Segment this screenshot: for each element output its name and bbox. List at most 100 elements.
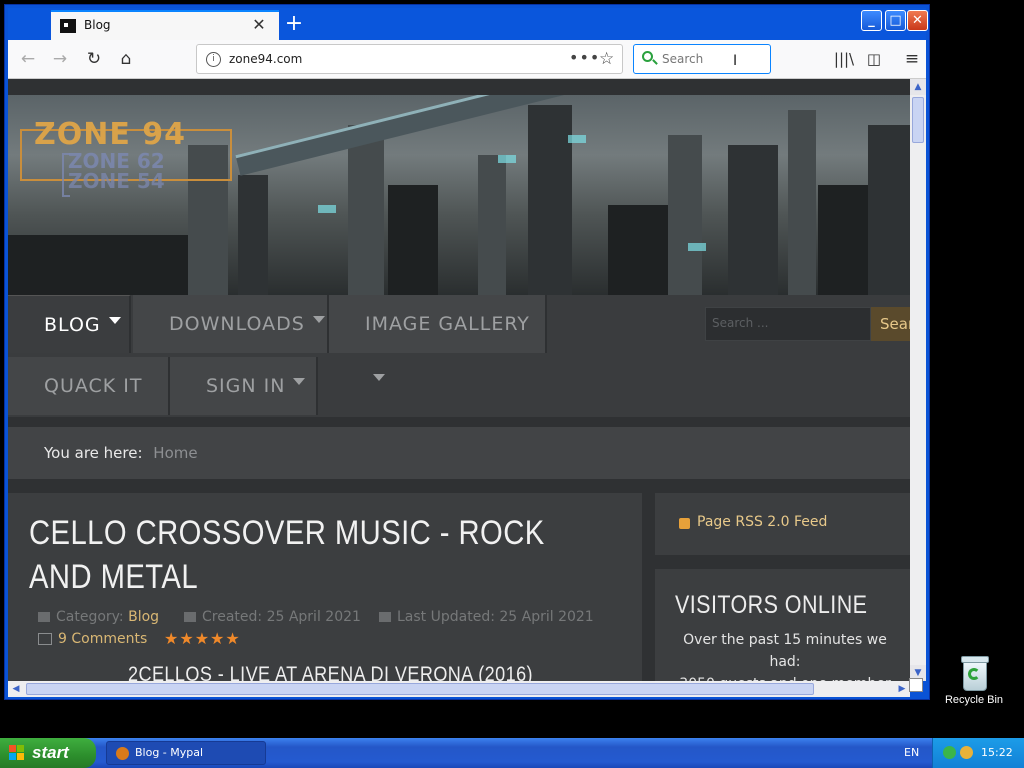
comment-icon [38, 633, 52, 645]
vertical-scrollbar[interactable]: ▲ ▼ [910, 79, 926, 681]
scroll-up-icon[interactable]: ▲ [910, 79, 926, 95]
article-category: Category: Blog [38, 609, 159, 625]
menu-item-downloads[interactable]: DOWNLOADS [133, 295, 329, 353]
site-search-input[interactable] [706, 308, 868, 338]
rss-icon [679, 518, 690, 529]
reload-button[interactable]: ↻ [80, 45, 108, 73]
site-logo[interactable]: ZONE 94 ZONE 62 ZONE 54 [20, 117, 234, 197]
chevron-down-icon [108, 317, 121, 324]
category-label: Category: [56, 609, 124, 625]
main-menu: BLOG DOWNLOADS IMAGE GALLERY QUACK IT SI… [8, 295, 910, 417]
taskbar: start Blog - Mypal EN 15:22 [0, 738, 1024, 768]
close-window-button[interactable]: ✕ [907, 10, 928, 31]
rss-feed-box: Page RSS 2.0 Feed [655, 493, 910, 555]
article-subheading: 2CELLOS - LIVE AT ARENA DI VERONA (2016) [128, 663, 533, 681]
menu-label-sign-in: SIGN IN [206, 375, 286, 397]
menu-label-image-gallery: IMAGE GALLERY [365, 313, 530, 335]
comments-count: 9 Comments [58, 631, 148, 647]
home-button[interactable]: ⌂ [112, 45, 140, 73]
sidebar-toggle-icon[interactable]: ◫ [860, 45, 888, 73]
taskbar-button-label: Blog - Mypal [135, 746, 204, 759]
menu-item-image-gallery[interactable]: IMAGE GALLERY [329, 295, 547, 381]
chevron-down-icon [293, 378, 306, 385]
scroll-left-icon[interactable]: ◀ [8, 681, 24, 697]
calendar-icon [184, 612, 196, 622]
resize-grip[interactable] [909, 678, 923, 692]
browser-app-icon [116, 747, 129, 760]
breadcrumb-home-link[interactable]: Home [153, 444, 197, 462]
page-content: ZONE 94 ZONE 62 ZONE 54 BLOG DOWNLOADS I… [8, 79, 910, 681]
start-label: start [32, 743, 69, 762]
article: CELLO CROSSOVER MUSIC - ROCK AND METAL C… [8, 493, 642, 681]
menu-item-quack-it[interactable]: QUACK IT [8, 357, 170, 415]
maximize-button[interactable]: □ [885, 10, 906, 31]
horizontal-scroll-thumb[interactable] [26, 683, 814, 695]
logo-sub-text-2: ZONE 54 [68, 169, 165, 193]
search-icon [642, 51, 653, 62]
minimize-button[interactable]: _ [861, 10, 882, 31]
recycle-bin-shortcut[interactable]: Recycle Bin [942, 656, 1006, 706]
article-updated: Last Updated: 25 April 2021 [379, 609, 594, 625]
menu-hamburger-icon[interactable]: ≡ [898, 45, 926, 73]
menu-item-blog[interactable]: BLOG [8, 295, 131, 353]
tray-network-icon[interactable] [943, 746, 956, 759]
tab-blog[interactable]: Blog ✕ [51, 10, 279, 40]
visitors-line-3: 3050 guests and one member [675, 673, 895, 681]
library-icon[interactable]: |||\ [830, 45, 858, 73]
tab-close-button[interactable]: ✕ [249, 15, 269, 35]
url-text[interactable]: zone94.com [229, 52, 302, 66]
monorail-track [235, 95, 707, 176]
article-created: Created: 25 April 2021 [184, 609, 361, 625]
visitors-text: Over the past 15 minutes we had: 3050 gu… [675, 629, 895, 681]
site-banner: ZONE 94 ZONE 62 ZONE 54 [8, 95, 910, 295]
browser-window: Blog ✕ + _ □ ✕ ← → ↻ ⌂ i zone94.com ••• … [4, 4, 930, 700]
forward-button[interactable]: → [46, 45, 74, 73]
start-button[interactable]: start [0, 738, 96, 768]
tab-title: Blog [84, 18, 111, 32]
language-indicator[interactable]: EN [904, 746, 919, 759]
navigation-toolbar: ← → ↻ ⌂ i zone94.com ••• ☆ I |||\ ◫ ≡ [8, 40, 926, 79]
recycle-bin-icon [959, 656, 989, 691]
browser-search-box[interactable]: I [633, 44, 771, 74]
new-tab-button[interactable]: + [280, 10, 308, 38]
site-search-box[interactable] [705, 307, 871, 341]
vertical-scroll-thumb[interactable] [912, 97, 924, 143]
taskbar-button-browser[interactable]: Blog - Mypal [106, 741, 266, 765]
created-date: Created: 25 April 2021 [202, 609, 361, 625]
scroll-right-icon[interactable]: ▶ [894, 681, 910, 697]
breadcrumb: You are here: Home [8, 427, 910, 479]
text-cursor-icon: I [733, 53, 738, 69]
breadcrumb-label: You are here: [44, 444, 143, 462]
favicon-icon [60, 19, 76, 33]
page-actions-icon[interactable]: ••• [569, 48, 600, 67]
folder-icon [38, 612, 50, 622]
clock[interactable]: 15:22 [981, 746, 1013, 759]
visitors-line-2: had: [769, 654, 801, 670]
site-info-icon[interactable]: i [206, 52, 221, 67]
menu-label-blog: BLOG [44, 314, 101, 336]
chevron-down-icon [312, 316, 325, 323]
tray-search-icon[interactable] [960, 746, 973, 759]
menu-label-quack-it: QUACK IT [44, 375, 143, 397]
address-bar[interactable]: i zone94.com ••• ☆ [196, 44, 623, 74]
rss-feed-link[interactable]: Page RSS 2.0 Feed [697, 514, 827, 530]
browser-search-input[interactable] [662, 50, 752, 68]
menu-item-sign-in[interactable]: SIGN IN [170, 357, 318, 415]
chevron-down-icon [373, 374, 385, 381]
calendar-icon [379, 612, 391, 622]
rating-stars[interactable]: ★★★★★ [164, 629, 241, 648]
category-link[interactable]: Blog [128, 609, 159, 625]
article-title[interactable]: CELLO CROSSOVER MUSIC - ROCK AND METAL [29, 511, 597, 599]
tab-bar: Blog ✕ + _ □ ✕ [8, 8, 928, 40]
back-button[interactable]: ← [14, 45, 42, 73]
site-search-button[interactable]: Sear [871, 307, 910, 341]
comments-link[interactable]: 9 Comments [38, 631, 147, 647]
visitors-line-1: Over the past 15 minutes we [683, 632, 887, 648]
system-tray: 15:22 [932, 738, 1024, 768]
recycle-bin-label: Recycle Bin [944, 694, 1004, 706]
logo-main-text: ZONE 94 [34, 117, 187, 152]
windows-flag-icon [9, 745, 25, 761]
horizontal-scrollbar[interactable]: ◀ ▶ [8, 681, 910, 697]
bookmark-star-icon[interactable]: ☆ [599, 49, 614, 69]
visitors-online-box: VISITORS ONLINE Over the past 15 minutes… [655, 569, 910, 681]
